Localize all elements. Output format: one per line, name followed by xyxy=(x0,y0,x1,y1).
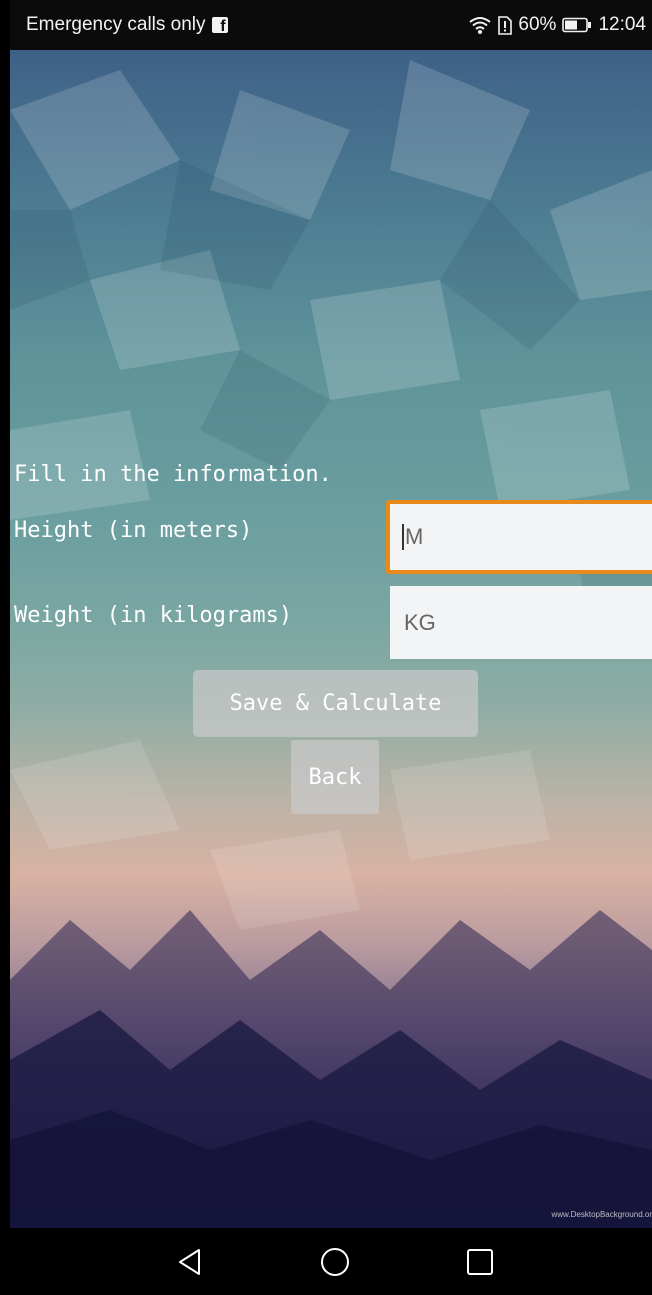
watermark: www.DesktopBackground.or xyxy=(551,1210,652,1219)
back-button[interactable]: Back xyxy=(291,740,379,814)
status-bar: Emergency calls only 60% 12:04 xyxy=(10,0,652,50)
navigation-bar xyxy=(10,1228,652,1295)
weight-placeholder: KG xyxy=(404,609,436,635)
battery-icon xyxy=(562,17,592,33)
phone-screen: Emergency calls only 60% 12:04 xyxy=(0,0,652,1295)
nav-back-icon xyxy=(179,1248,200,1275)
nav-back-button[interactable] xyxy=(160,1228,220,1295)
form-heading: Fill in the information. xyxy=(14,462,332,487)
status-right: 60% 12:04 xyxy=(468,14,646,36)
app-content: Fill in the information. Height (in mete… xyxy=(10,50,652,1228)
sim-icon xyxy=(498,15,513,35)
status-left: Emergency calls only xyxy=(26,14,228,36)
nav-home-icon xyxy=(321,1247,349,1276)
height-label: Height (in meters) xyxy=(14,518,253,543)
nav-home-button[interactable] xyxy=(305,1228,365,1295)
text-caret xyxy=(402,524,404,550)
wifi-icon xyxy=(469,17,492,34)
battery-percent: 60% xyxy=(518,14,557,35)
nav-recents-icon xyxy=(467,1248,493,1275)
facebook-icon xyxy=(211,17,228,36)
height-input[interactable]: M xyxy=(386,500,652,574)
nav-recents-button[interactable] xyxy=(450,1228,510,1295)
weight-input[interactable]: KG xyxy=(390,586,652,659)
carrier-text: Emergency calls only xyxy=(26,14,206,35)
height-placeholder: M xyxy=(405,524,424,549)
weight-label: Weight (in kilograms) xyxy=(14,603,293,628)
save-calculate-button[interactable]: Save & Calculate xyxy=(193,670,478,737)
clock: 12:04 xyxy=(598,14,646,35)
